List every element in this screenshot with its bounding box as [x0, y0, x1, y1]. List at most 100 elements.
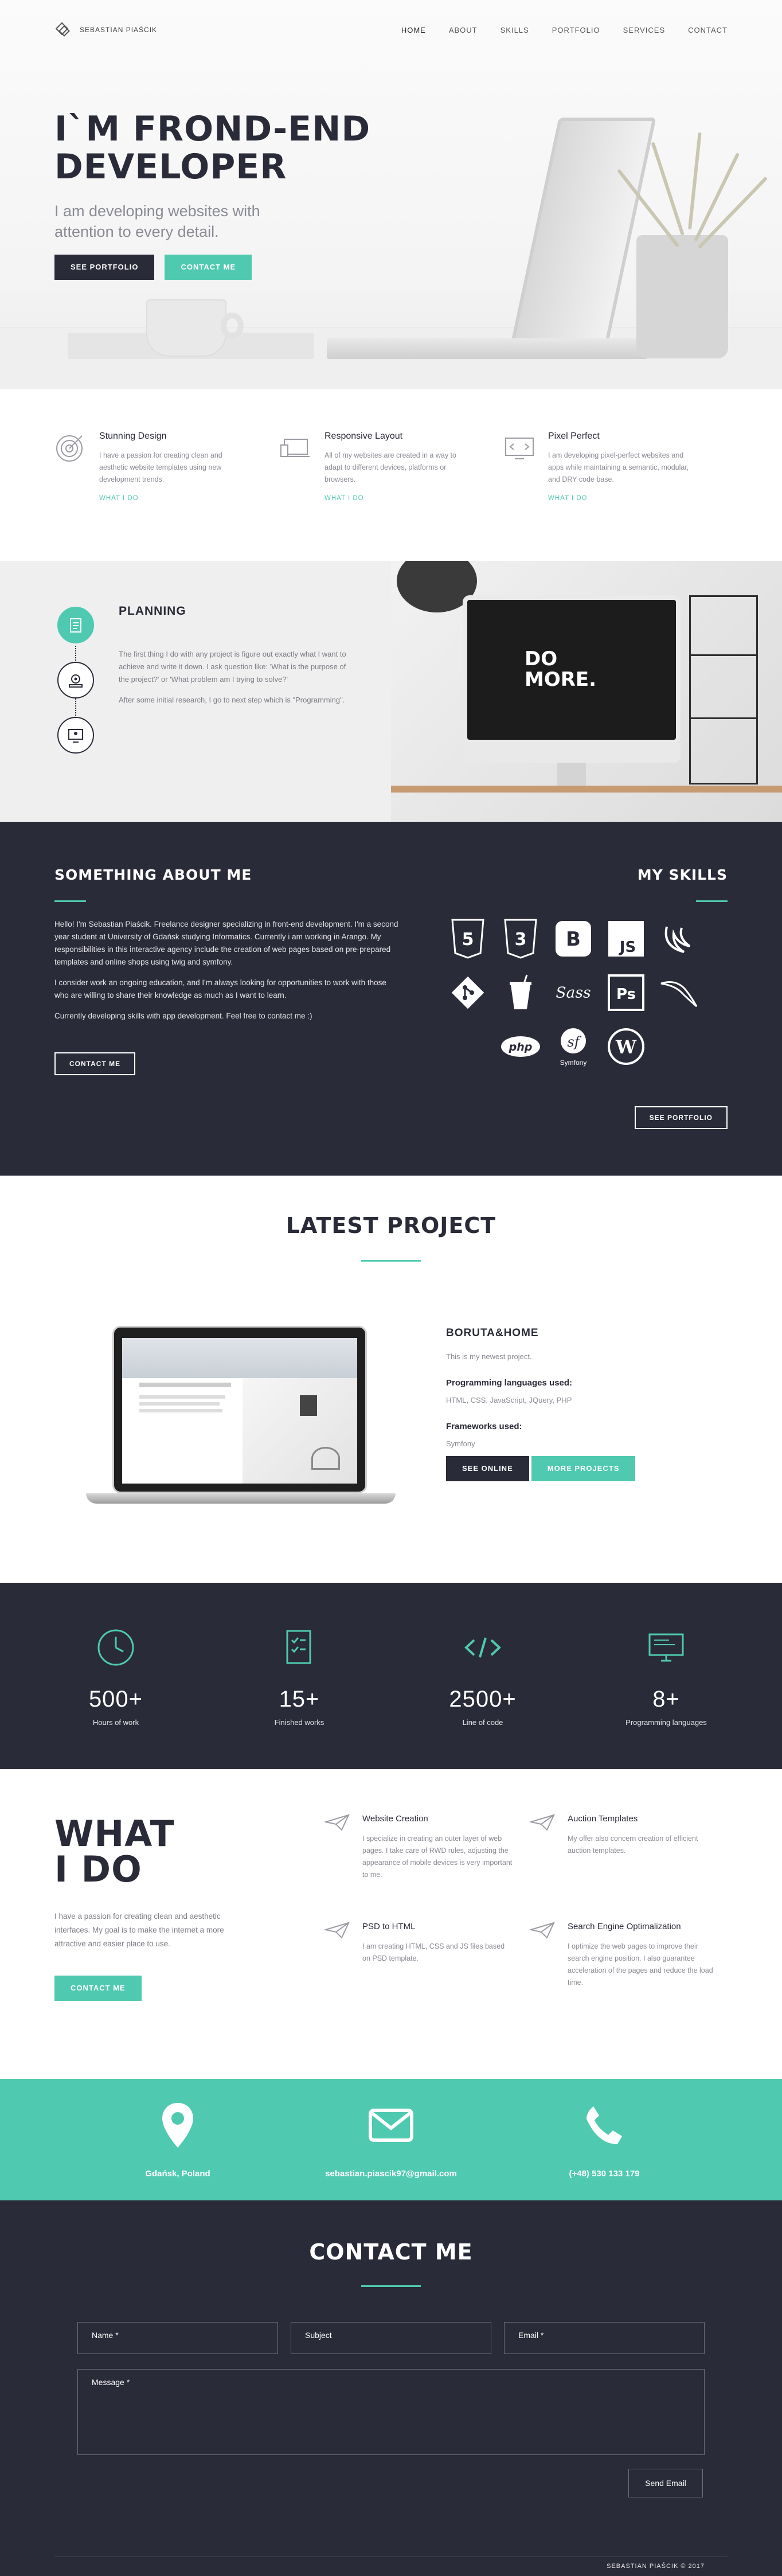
symfony-icon: sf Symfony	[553, 1026, 594, 1067]
html5-label: 5	[462, 930, 474, 950]
subject-field[interactable]: Subject	[291, 2322, 491, 2354]
step-programming[interactable]	[57, 662, 94, 698]
project-screenshot	[122, 1338, 357, 1484]
more-projects-button[interactable]: MORE PROJECTS	[531, 1456, 636, 1481]
shelf-image	[689, 595, 758, 784]
gulp-icon	[500, 972, 541, 1013]
nav-item-skills[interactable]: SKILLS	[501, 26, 529, 34]
see-online-button[interactable]: SEE ONLINE	[446, 1456, 529, 1481]
imac-screen-text: DO MORE.	[525, 649, 596, 690]
nav-item-portfolio[interactable]: PORTFOLIO	[552, 26, 600, 34]
languages-value: HTML, CSS, JavaScript, JQuery, PHP	[446, 1396, 572, 1404]
step-testing[interactable]	[57, 717, 94, 754]
target-icon	[56, 435, 83, 462]
javascript-icon: JS	[605, 918, 647, 959]
service-title: Auction Templates	[568, 1814, 638, 1824]
nav-item-about[interactable]: ABOUT	[449, 26, 478, 34]
latest-project-section: LATEST PROJECT BORUTA&HOME This is my ne…	[0, 1176, 782, 1583]
about-text: Hello! I'm Sebastian Piaścik. Freelance …	[54, 918, 398, 1031]
hero-title-line2: DEVELOPER	[54, 147, 287, 187]
nav-item-home[interactable]: HOME	[401, 26, 426, 34]
paper-plane-icon	[530, 1922, 555, 1939]
feature-text: All of my websites are created in a way …	[324, 451, 456, 483]
message-field[interactable]: Message *	[77, 2369, 705, 2455]
hero-subtitle: I am developing websites with attention …	[54, 202, 260, 240]
top-navigation: SEBASTIAN PIAŚCIK HOME ABOUT SKILLS PORT…	[0, 0, 782, 60]
features-section: Stunning Design I have a passion for cre…	[0, 389, 782, 561]
stat-number: 2500+	[449, 1687, 517, 1712]
latest-project-title: LATEST PROJECT	[286, 1213, 496, 1238]
sass-icon: Sass	[553, 972, 594, 1013]
paper-plane-icon	[324, 1814, 350, 1831]
service-text: My offer also concern creation of effici…	[568, 1835, 698, 1855]
clock-icon	[97, 1629, 134, 1666]
laptop-keyboard-image	[327, 338, 648, 359]
wordpress-label: W	[615, 1036, 637, 1058]
name-field[interactable]: Name *	[77, 2322, 278, 2354]
step-planning[interactable]	[57, 607, 94, 643]
what-i-do-contact-button[interactable]: CONTACT ME	[54, 1976, 142, 2001]
contact-title-underline	[361, 2285, 421, 2287]
stat-number: 15+	[279, 1687, 320, 1712]
planning-text: The first thing I do with any project is…	[119, 648, 351, 715]
planning-section: PLANNING The first thing I do with any p…	[0, 561, 782, 822]
stat-number: 8+	[652, 1687, 680, 1712]
phone-text[interactable]: (+48) 530 133 179	[518, 2169, 690, 2179]
envelope-icon	[369, 2109, 413, 2142]
feature-text: I am developing pixel-perfect websites a…	[548, 451, 689, 483]
page: I`M FROND-END DEVELOPER I am developing …	[0, 0, 782, 2576]
service-title: Website Creation	[362, 1814, 428, 1824]
javascript-label: JS	[619, 939, 636, 956]
latest-title-underline	[361, 1260, 421, 1262]
imac-image: DO MORE.	[463, 595, 681, 744]
devices-icon	[280, 439, 310, 457]
about-title-underline	[54, 900, 86, 902]
feature-title: Responsive Layout	[324, 431, 403, 441]
contact-email[interactable]: sebastian.piascik97@gmail.com	[305, 2102, 477, 2179]
frameworks-label: Frameworks used:	[446, 1422, 522, 1431]
css3-label: 3	[515, 930, 527, 950]
what-i-do-link[interactable]: WHAT I DO	[99, 495, 249, 502]
nav-item-services[interactable]: SERVICES	[623, 26, 666, 34]
copyright-text: SEBASTIAN PIAŚCIK © 2017	[607, 2563, 705, 2570]
wordpress-icon: W	[605, 1026, 647, 1067]
nav-item-contact[interactable]: CONTACT	[688, 26, 728, 34]
stat-works: 15+ Finished works	[230, 1627, 368, 1727]
stats-section: 500+ Hours of work 15+ Finished works 25…	[0, 1583, 782, 1769]
email-text[interactable]: sebastian.piascik97@gmail.com	[305, 2169, 477, 2179]
contact-phone[interactable]: (+48) 530 133 179	[518, 2102, 690, 2179]
service-text: I am creating HTML, CSS and JS files bas…	[362, 1942, 505, 1962]
symfony-label: Symfony	[560, 1059, 587, 1067]
feature-title: Stunning Design	[99, 431, 167, 441]
about-contact-button[interactable]: CONTACT ME	[54, 1052, 136, 1075]
phone-icon	[586, 2106, 622, 2144]
contact-section: CONTACT ME Name * Subject Email * Messag…	[0, 2200, 782, 2576]
stat-label: Finished works	[274, 1718, 324, 1727]
planning-panel: PLANNING The first thing I do with any p…	[0, 561, 391, 822]
what-i-do-text: I have a passion for creating clean and …	[54, 1912, 224, 1948]
photoshop-icon: Ps	[605, 972, 647, 1013]
see-portfolio-button[interactable]: SEE PORTFOLIO	[54, 255, 155, 280]
what-i-do-link[interactable]: WHAT I DO	[324, 495, 475, 502]
macbook-base	[86, 1493, 396, 1504]
email-field[interactable]: Email *	[504, 2322, 705, 2354]
css3-icon: 3	[500, 918, 541, 959]
skills-portfolio-button[interactable]: SEE PORTFOLIO	[634, 1106, 728, 1129]
imac-text-line2: MORE.	[525, 668, 597, 691]
coffee-cup-handle	[221, 313, 244, 339]
service-text: I optimize the web pages to improve thei…	[568, 1942, 713, 1986]
what-i-do-link[interactable]: WHAT I DO	[548, 495, 698, 502]
imac-text-line1: DO	[525, 647, 558, 670]
monitor-icon	[648, 1633, 684, 1662]
checklist-icon	[286, 1630, 311, 1664]
service-text: I specialize in creating an outer layer …	[362, 1835, 513, 1879]
brand[interactable]: SEBASTIAN PIAŚCIK	[54, 21, 157, 38]
project-name: BORUTA&HOME	[446, 1327, 539, 1339]
git-icon	[447, 972, 488, 1013]
contact-me-button[interactable]: CONTACT ME	[165, 255, 252, 280]
sass-label: Sass	[556, 984, 591, 1002]
send-email-button[interactable]: Send Email	[628, 2469, 703, 2497]
project-info: BORUTA&HOME This is my newest project. P…	[446, 1327, 687, 1481]
project-buttons: SEE ONLINE MORE PROJECTS	[446, 1456, 687, 1481]
what-i-do-line2: I DO	[54, 1848, 142, 1890]
